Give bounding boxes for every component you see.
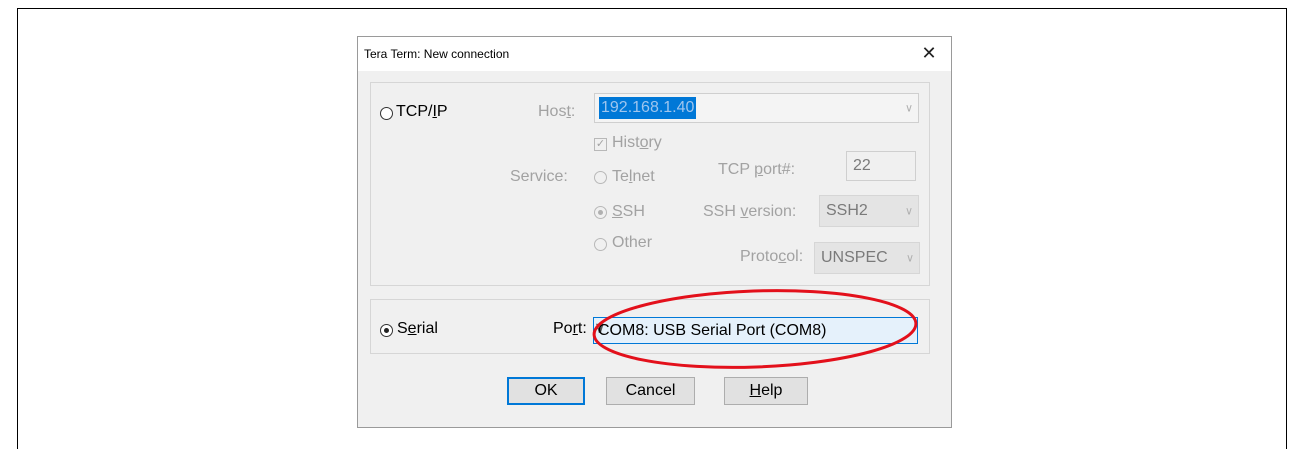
history-label[interactable]: History: [612, 134, 662, 152]
other-label[interactable]: Other: [612, 234, 652, 252]
telnet-label[interactable]: Telnet: [612, 168, 655, 186]
protocol-value: UNSPEC: [821, 249, 888, 266]
history-checkbox[interactable]: ✓: [594, 138, 607, 151]
close-icon[interactable]: ✕: [917, 41, 941, 65]
service-label: Service:: [510, 168, 568, 185]
cancel-button[interactable]: Cancel: [606, 377, 695, 405]
ssh-version-select[interactable]: SSH2 ∨: [819, 195, 919, 227]
port-label: Port:: [553, 320, 587, 337]
telnet-radio[interactable]: [594, 171, 607, 184]
red-annotation-ellipse: [592, 289, 918, 369]
help-button[interactable]: Help: [724, 377, 808, 405]
serial-radio-label[interactable]: Serial: [397, 320, 438, 338]
host-label: Host:: [538, 103, 576, 120]
ssh-version-label: SSH version:: [703, 203, 797, 220]
other-radio[interactable]: [594, 238, 607, 251]
ssh-version-value: SSH2: [826, 202, 868, 219]
tcp-port-input[interactable]: 22: [846, 151, 916, 181]
host-value: 192.168.1.40: [599, 97, 697, 119]
title-bar: Tera Term: New connection ✕: [358, 37, 951, 71]
protocol-select[interactable]: UNSPEC ∨: [814, 242, 920, 274]
tcp-port-value: 22: [853, 157, 871, 174]
tcpip-radio-label[interactable]: TCP/IP: [396, 103, 448, 121]
serial-radio[interactable]: [380, 324, 393, 337]
host-combobox[interactable]: 192.168.1.40 ∨: [594, 93, 919, 123]
ok-button[interactable]: OK: [507, 377, 585, 405]
chevron-down-icon: ∨: [904, 205, 913, 218]
tcpip-radio[interactable]: [380, 107, 393, 120]
ssh-label[interactable]: SSH: [612, 203, 645, 221]
chevron-down-icon: ∨: [904, 102, 913, 115]
dialog-title: Tera Term: New connection: [364, 47, 510, 61]
tcp-port-label: TCP port#:: [718, 161, 796, 178]
ssh-radio[interactable]: [594, 206, 607, 219]
protocol-label: Protocol:: [740, 248, 804, 265]
chevron-down-icon: ∨: [905, 252, 914, 265]
